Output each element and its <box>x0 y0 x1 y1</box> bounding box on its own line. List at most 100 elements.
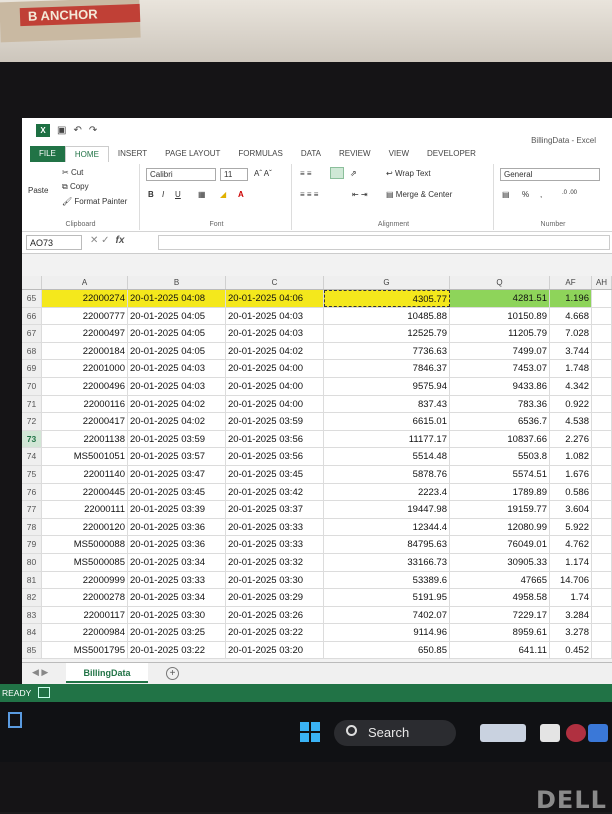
cell-g[interactable]: 12525.79 <box>324 325 450 342</box>
cell-ah[interactable] <box>592 325 612 342</box>
row-number[interactable]: 73 <box>22 430 42 448</box>
cell-af[interactable]: 3.604 <box>550 501 592 518</box>
macro-record-icon[interactable] <box>38 687 50 698</box>
row-number[interactable]: 72 <box>22 413 42 430</box>
cell-q[interactable]: 19159.77 <box>450 501 550 518</box>
tab-file[interactable]: FILE <box>30 146 65 162</box>
tab-insert[interactable]: INSERT <box>109 146 156 162</box>
cell-c[interactable]: 20-01-2025 04:00 <box>226 395 324 413</box>
cell-a[interactable]: 22000984 <box>42 624 128 641</box>
cell-b[interactable]: 20-01-2025 03:36 <box>128 518 226 536</box>
cell-b[interactable]: 20-01-2025 04:02 <box>128 413 226 430</box>
cell-q[interactable]: 8959.61 <box>450 624 550 641</box>
cell-c[interactable]: 20-01-2025 04:02 <box>226 342 324 360</box>
row-number[interactable]: 69 <box>22 360 42 377</box>
column-header-b[interactable]: B <box>128 276 226 289</box>
cell-a[interactable]: 22001138 <box>42 430 128 448</box>
percent-button[interactable]: % <box>522 190 529 199</box>
cell-af[interactable]: 1.748 <box>550 360 592 377</box>
cell-c[interactable]: 20-01-2025 03:33 <box>226 536 324 553</box>
fill-color-button[interactable]: ◢ <box>220 190 226 199</box>
grow-font-button[interactable]: Aˆ Aˇ <box>254 169 272 178</box>
cell-g[interactable]: 7402.07 <box>324 606 450 624</box>
row-number[interactable]: 74 <box>22 448 42 465</box>
row-number[interactable]: 80 <box>22 553 42 571</box>
cell-af[interactable]: 3.278 <box>550 624 592 641</box>
accounting-button[interactable]: ▤ <box>502 190 510 199</box>
cell-ah[interactable] <box>592 448 612 465</box>
cell-a[interactable]: 22000120 <box>42 518 128 536</box>
cell-ah[interactable] <box>592 553 612 571</box>
cell-af[interactable]: 1.196 <box>550 290 592 307</box>
format-painter-button[interactable]: 🖌 Format Painter <box>62 197 127 206</box>
cell-q[interactable]: 5574.51 <box>450 465 550 483</box>
row-number[interactable]: 85 <box>22 641 42 659</box>
add-sheet-button[interactable]: + <box>166 667 179 680</box>
cell-c[interactable]: 20-01-2025 03:32 <box>226 553 324 571</box>
cell-b[interactable]: 20-01-2025 03:25 <box>128 624 226 641</box>
row-number[interactable]: 67 <box>22 325 42 342</box>
cell-b[interactable]: 20-01-2025 03:36 <box>128 536 226 553</box>
cell-g[interactable]: 33166.73 <box>324 553 450 571</box>
cell-b[interactable]: 20-01-2025 03:34 <box>128 553 226 571</box>
cell-q[interactable]: 7229.17 <box>450 606 550 624</box>
cell-b[interactable]: 20-01-2025 04:03 <box>128 360 226 377</box>
cell-af[interactable]: 4.762 <box>550 536 592 553</box>
cell-q[interactable]: 7453.07 <box>450 360 550 377</box>
cell-ah[interactable] <box>592 413 612 430</box>
cell-ah[interactable] <box>592 307 612 325</box>
cell-a[interactable]: 22000116 <box>42 395 128 413</box>
cell-ah[interactable] <box>592 377 612 395</box>
cell-c[interactable]: 20-01-2025 03:29 <box>226 589 324 606</box>
cell-g[interactable]: 9114.96 <box>324 624 450 641</box>
row-number[interactable]: 82 <box>22 589 42 606</box>
cell-g[interactable]: 7846.37 <box>324 360 450 377</box>
bold-button[interactable]: B <box>148 190 154 199</box>
tab-data[interactable]: DATA <box>292 146 330 162</box>
cell-af[interactable]: 0.452 <box>550 641 592 659</box>
cell-a[interactable]: 22000184 <box>42 342 128 360</box>
cell-af[interactable]: 4.668 <box>550 307 592 325</box>
cell-ah[interactable] <box>592 624 612 641</box>
paste-button[interactable]: Paste <box>28 186 48 195</box>
cell-af[interactable]: 1.174 <box>550 553 592 571</box>
number-format-select[interactable]: General <box>500 168 600 181</box>
cell-ah[interactable] <box>592 483 612 501</box>
cell-af[interactable]: 14.706 <box>550 571 592 589</box>
cell-b[interactable]: 20-01-2025 04:08 <box>128 290 226 307</box>
cell-a[interactable]: MS5000085 <box>42 553 128 571</box>
cell-q[interactable]: 76049.01 <box>450 536 550 553</box>
row-number[interactable]: 70 <box>22 377 42 395</box>
cell-ah[interactable] <box>592 290 612 307</box>
cell-af[interactable]: 5.922 <box>550 518 592 536</box>
cell-q[interactable]: 9433.86 <box>450 377 550 395</box>
cell-b[interactable]: 20-01-2025 03:47 <box>128 465 226 483</box>
column-header-c[interactable]: C <box>226 276 324 289</box>
font-color-button[interactable]: A <box>238 190 244 199</box>
cell-af[interactable]: 0.586 <box>550 483 592 501</box>
cell-c[interactable]: 20-01-2025 03:37 <box>226 501 324 518</box>
cell-g[interactable]: 4305.77 <box>324 290 450 307</box>
cell-b[interactable]: 20-01-2025 04:02 <box>128 395 226 413</box>
cell-ah[interactable] <box>592 536 612 553</box>
column-header-q[interactable]: Q <box>450 276 550 289</box>
cell-g[interactable]: 5514.48 <box>324 448 450 465</box>
cell-q[interactable]: 11205.79 <box>450 325 550 342</box>
cell-c[interactable]: 20-01-2025 03:20 <box>226 641 324 659</box>
cell-af[interactable]: 4.342 <box>550 377 592 395</box>
cell-c[interactable]: 20-01-2025 03:56 <box>226 448 324 465</box>
cell-q[interactable]: 12080.99 <box>450 518 550 536</box>
cell-ah[interactable] <box>592 518 612 536</box>
row-number[interactable]: 84 <box>22 624 42 641</box>
start-button[interactable] <box>300 722 320 742</box>
cell-b[interactable]: 20-01-2025 03:22 <box>128 641 226 659</box>
cell-a[interactable]: 22000417 <box>42 413 128 430</box>
row-number[interactable]: 79 <box>22 536 42 553</box>
cell-c[interactable]: 20-01-2025 03:22 <box>226 624 324 641</box>
column-header-g[interactable]: G <box>324 276 450 289</box>
cell-c[interactable]: 20-01-2025 04:03 <box>226 325 324 342</box>
align-middle-button[interactable] <box>330 167 344 179</box>
italic-button[interactable]: I <box>162 190 164 199</box>
row-number[interactable]: 75 <box>22 465 42 483</box>
wrap-text-button[interactable]: ↩ Wrap Text <box>386 169 431 178</box>
